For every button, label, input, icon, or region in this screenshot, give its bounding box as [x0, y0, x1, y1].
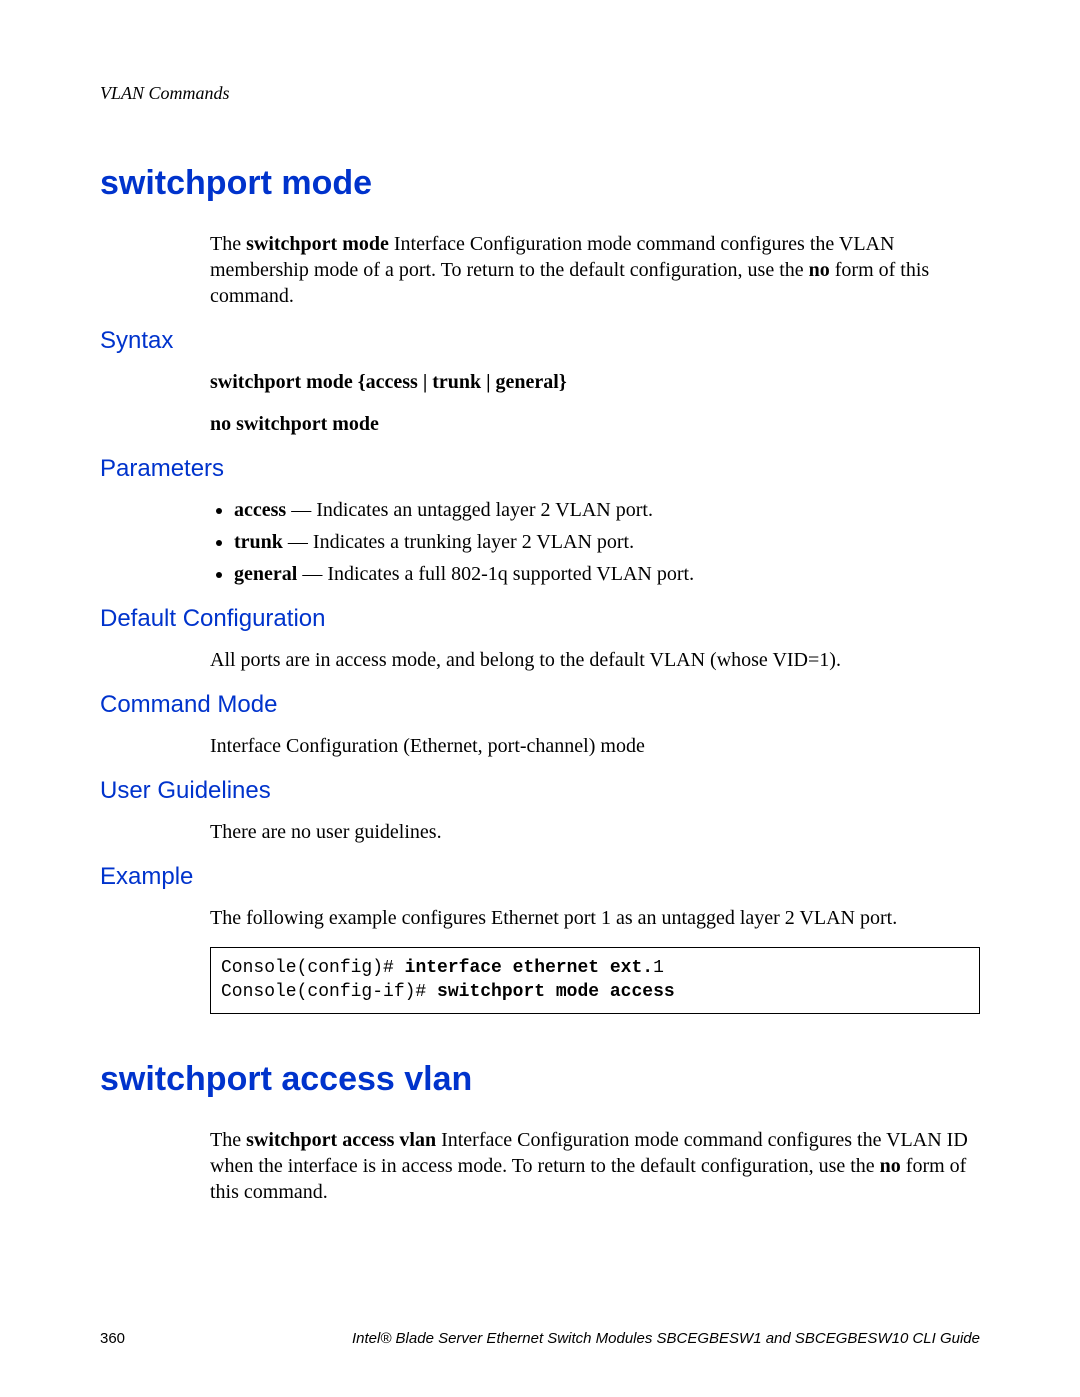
parameters-block: access — Indicates an untagged layer 2 V… — [210, 497, 980, 587]
command-mode-block: Interface Configuration (Ethernet, port-… — [210, 733, 980, 759]
heading-parameters: Parameters — [100, 455, 980, 483]
heading-default-configuration: Default Configuration — [100, 605, 980, 633]
code-command: switchport mode access — [437, 982, 675, 1002]
section-title-switchport-access-vlan: switchport access vlan — [100, 1060, 980, 1099]
text: All ports are in access mode, and belong… — [210, 647, 980, 673]
heading-example: Example — [100, 863, 980, 891]
page-footer: 360 Intel® Blade Server Ethernet Switch … — [100, 1330, 980, 1347]
code-line: Console(config-if)# switchport mode acce… — [221, 980, 969, 1004]
param-desc: — Indicates an untagged layer 2 VLAN por… — [286, 499, 653, 521]
param-name: general — [234, 563, 297, 585]
parameter-item: trunk — Indicates a trunking layer 2 VLA… — [234, 529, 980, 555]
guide-title: Intel® Blade Server Ethernet Switch Modu… — [352, 1330, 980, 1347]
text: The — [210, 233, 246, 255]
keyword-no: no — [880, 1155, 901, 1177]
param-name: trunk — [234, 531, 283, 553]
default-config-block: All ports are in access mode, and belong… — [210, 647, 980, 673]
running-head: VLAN Commands — [100, 83, 980, 104]
syntax-block: switchport mode {access | trunk | genera… — [210, 369, 980, 437]
parameter-item: access — Indicates an untagged layer 2 V… — [234, 497, 980, 523]
code-command: interface ethernet ext. — [405, 958, 653, 978]
text: There are no user guidelines. — [210, 819, 980, 845]
heading-user-guidelines: User Guidelines — [100, 777, 980, 805]
param-desc: — Indicates a full 802-1q supported VLAN… — [297, 563, 694, 585]
user-guidelines-block: There are no user guidelines. — [210, 819, 980, 845]
intro-paragraph: The switchport access vlan Interface Con… — [210, 1127, 980, 1205]
syntax-line: no switchport mode — [210, 411, 980, 437]
text: Interface Configuration (Ethernet, port-… — [210, 733, 980, 759]
code-line: Console(config)# interface ethernet ext.… — [221, 956, 969, 980]
example-block: The following example configures Etherne… — [210, 905, 980, 1014]
text: The — [210, 1129, 246, 1151]
section-title-switchport-mode: switchport mode — [100, 164, 980, 203]
param-desc: — Indicates a trunking layer 2 VLAN port… — [283, 531, 634, 553]
code-arg: 1 — [653, 958, 664, 978]
parameter-item: general — Indicates a full 802-1q suppor… — [234, 561, 980, 587]
heading-command-mode: Command Mode — [100, 691, 980, 719]
prompt: Console(config-if)# — [221, 982, 437, 1002]
page-number: 360 — [100, 1330, 125, 1347]
param-name: access — [234, 499, 286, 521]
example-code-box: Console(config)# interface ethernet ext.… — [210, 947, 980, 1014]
syntax-line: switchport mode {access | trunk | genera… — [210, 369, 980, 395]
heading-syntax: Syntax — [100, 327, 980, 355]
intro-paragraph: The switchport mode Interface Configurat… — [210, 231, 980, 309]
text: The following example configures Etherne… — [210, 905, 980, 931]
page: VLAN Commands switchport mode The switch… — [0, 0, 1080, 1397]
command-name: switchport access vlan — [246, 1129, 436, 1151]
keyword-no: no — [809, 259, 830, 281]
command-name: switchport mode — [246, 233, 389, 255]
prompt: Console(config)# — [221, 958, 405, 978]
